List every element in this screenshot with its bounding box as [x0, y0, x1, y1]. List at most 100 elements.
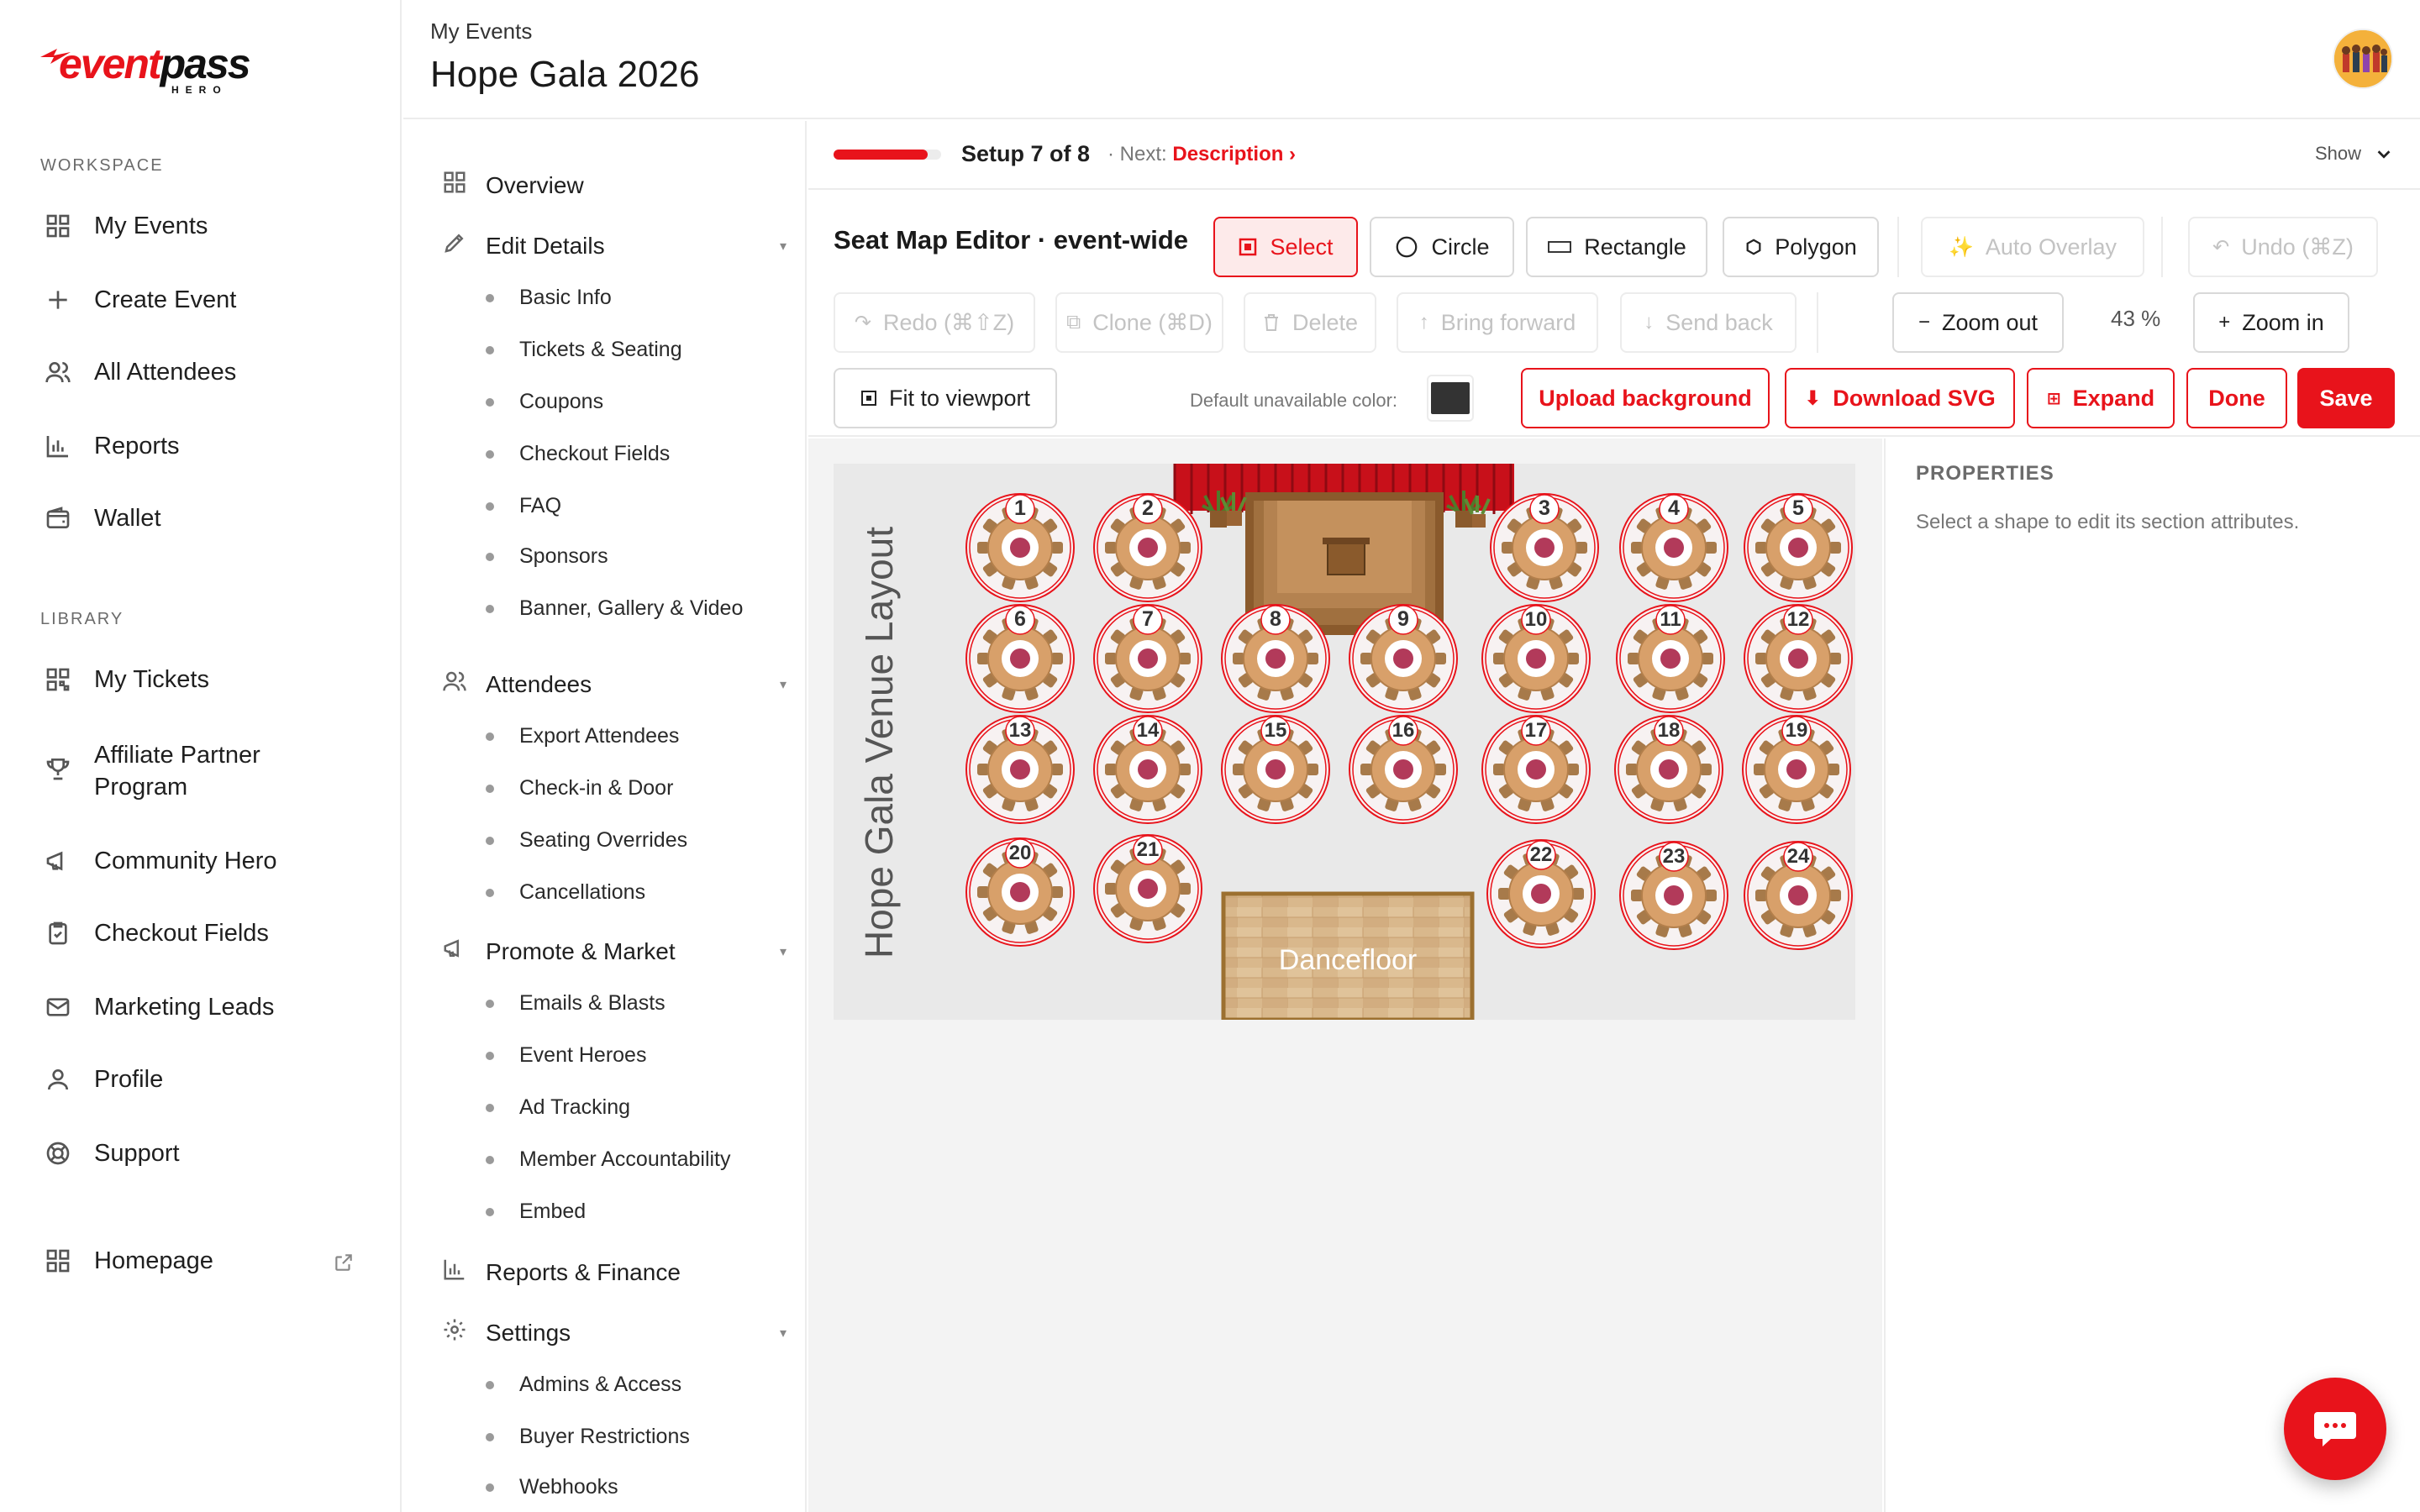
bullet-icon — [486, 501, 494, 511]
bring-forward-button[interactable]: ↑ Bring forward — [1397, 292, 1598, 353]
subnav-basic-info[interactable]: Basic Info — [486, 286, 612, 310]
subnav-settings[interactable]: Settings ▾ — [442, 1317, 786, 1348]
bullet-icon — [486, 836, 494, 845]
sidebar-item-homepage[interactable]: Homepage — [44, 1247, 213, 1275]
zoom-out-button[interactable]: − Zoom out — [1892, 292, 2064, 353]
seatmap-canvas[interactable]: Hope Gala Venue Layout Dancefloor 123456… — [808, 438, 1882, 1512]
next-step-link[interactable]: Description › — [1172, 143, 1296, 165]
send-back-button[interactable]: ↓ Send back — [1620, 292, 1797, 353]
next-prefix: · Next: — [1107, 143, 1167, 165]
table-18[interactable]: 18 — [1614, 715, 1723, 824]
table-7[interactable]: 7 — [1093, 604, 1202, 713]
subnav-ad-tracking[interactable]: Ad Tracking — [486, 1095, 630, 1120]
sidebar-item-checkout-fields[interactable]: Checkout Fields — [44, 919, 269, 948]
table-8[interactable]: 8 — [1221, 604, 1330, 713]
table-19[interactable]: 19 — [1742, 715, 1851, 824]
polygon-tool-button[interactable]: Polygon — [1723, 217, 1879, 277]
download-svg-button[interactable]: ⬇ Download SVG — [1785, 368, 2015, 428]
fit-viewport-button[interactable]: Fit to viewport — [834, 368, 1057, 428]
subnav-event-heroes[interactable]: Event Heroes — [486, 1043, 646, 1068]
table-3[interactable]: 3 — [1490, 493, 1599, 602]
subnav-webhooks[interactable]: Webhooks — [486, 1475, 618, 1499]
external-link-icon[interactable] — [333, 1252, 355, 1273]
subnav-check-in[interactable]: Check-in & Door — [486, 776, 673, 801]
table-12[interactable]: 12 — [1744, 604, 1853, 713]
undo-button[interactable]: ↶ Undo (⌘Z) — [2188, 217, 2378, 277]
zoom-in-button[interactable]: + Zoom in — [2193, 292, 2349, 353]
table-21[interactable]: 21 — [1093, 834, 1202, 943]
rectangle-tool-button[interactable]: Rectangle — [1526, 217, 1707, 277]
subnav-buyer-restrictions[interactable]: Buyer Restrictions — [486, 1425, 690, 1449]
upload-background-button[interactable]: Upload background — [1521, 368, 1770, 428]
subnav-member-accountability[interactable]: Member Accountability — [486, 1147, 731, 1172]
table-1[interactable]: 1 — [965, 493, 1075, 602]
subnav-sponsors[interactable]: Sponsors — [486, 544, 608, 569]
table-20[interactable]: 20 — [965, 837, 1075, 947]
sidebar-item-label: Affiliate Partner Program — [94, 742, 260, 801]
table-17[interactable]: 17 — [1481, 715, 1591, 824]
select-tool-button[interactable]: Select — [1213, 217, 1358, 277]
eventpass-logo[interactable]: eventpass HERO — [39, 37, 274, 96]
subnav-attendees[interactable]: Attendees ▾ — [442, 669, 786, 700]
table-23[interactable]: 23 — [1619, 841, 1728, 950]
subnav-sub-label: Checkout Fields — [519, 442, 671, 465]
subnav-cancellations[interactable]: Cancellations — [486, 880, 645, 905]
setup-progress-bar — [834, 150, 941, 160]
table-24[interactable]: 24 — [1744, 841, 1853, 950]
subnav-emails-blasts[interactable]: Emails & Blasts — [486, 991, 666, 1016]
sidebar-item-reports[interactable]: Reports — [44, 432, 180, 460]
sidebar-item-create-event[interactable]: Create Event — [44, 286, 236, 314]
unavailable-color-swatch[interactable] — [1427, 375, 1474, 422]
subnav-embed[interactable]: Embed — [486, 1200, 586, 1224]
redo-button[interactable]: ↷ Redo (⌘⇧Z) — [834, 292, 1035, 353]
subnav-banner-gallery[interactable]: Banner, Gallery & Video — [486, 596, 743, 621]
sidebar-item-profile[interactable]: Profile — [44, 1065, 163, 1094]
table-2[interactable]: 2 — [1093, 493, 1202, 602]
seatmap-svg[interactable]: Hope Gala Venue Layout Dancefloor 1 2 3 4 56… — [834, 464, 1855, 1020]
done-button[interactable]: Done — [2186, 368, 2287, 428]
table-6[interactable]: 6 — [965, 604, 1075, 713]
sidebar-item-affiliate[interactable]: Affiliate Partner Program — [44, 739, 296, 803]
subnav-reports-finance[interactable]: Reports & Finance — [442, 1257, 786, 1288]
table-4[interactable]: 4 — [1619, 493, 1728, 602]
delete-button[interactable]: Delete — [1244, 292, 1376, 353]
sidebar-item-all-attendees[interactable]: All Attendees — [44, 358, 236, 386]
chat-button[interactable] — [2284, 1378, 2386, 1480]
auto-overlay-button[interactable]: ✨ Auto Overlay — [1921, 217, 2144, 277]
table-22[interactable]: 22 — [1486, 839, 1596, 948]
subnav-seating-overrides[interactable]: Seating Overrides — [486, 828, 687, 853]
table-14[interactable]: 14 — [1093, 715, 1202, 824]
subnav-export-attendees[interactable]: Export Attendees — [486, 724, 679, 748]
zoom-in-label: Zoom in — [2242, 309, 2324, 335]
circle-tool-button[interactable]: Circle — [1370, 217, 1514, 277]
sidebar-item-my-events[interactable]: My Events — [44, 212, 208, 240]
table-13[interactable]: 13 — [965, 715, 1075, 824]
subnav-edit-details[interactable]: Edit Details ▾ — [442, 230, 786, 261]
breadcrumb[interactable]: My Events — [430, 18, 532, 45]
table-9[interactable]: 9 — [1349, 604, 1458, 713]
subnav-promote-market[interactable]: Promote & Market ▾ — [442, 936, 786, 967]
dancefloor[interactable]: Dancefloor — [1221, 891, 1475, 1020]
table-5[interactable]: 5 — [1744, 493, 1853, 602]
avatar[interactable] — [2333, 29, 2393, 89]
subnav-tickets-seating[interactable]: Tickets & Seating — [486, 338, 682, 362]
expand-button[interactable]: ⊞ Expand — [2027, 368, 2175, 428]
subnav-faq[interactable]: FAQ — [486, 494, 561, 518]
table-15[interactable]: 15 — [1221, 715, 1330, 824]
subnav-admins-access[interactable]: Admins & Access — [486, 1373, 681, 1397]
subnav-coupons[interactable]: Coupons — [486, 390, 603, 414]
sidebar-item-community-hero[interactable]: Community Hero — [44, 847, 277, 875]
sidebar-item-marketing-leads[interactable]: Marketing Leads — [44, 993, 274, 1021]
save-button[interactable]: Save — [2297, 368, 2395, 428]
subnav-overview[interactable]: Overview — [442, 170, 786, 201]
subnav-checkout-fields[interactable]: Checkout Fields — [486, 442, 670, 466]
table-16[interactable]: 16 — [1349, 715, 1458, 824]
show-toggle[interactable]: Show — [2315, 143, 2393, 165]
bar-chart-icon — [442, 1257, 467, 1288]
clone-button[interactable]: ⧉ Clone (⌘D) — [1055, 292, 1223, 353]
table-10[interactable]: 10 — [1481, 604, 1591, 713]
table-11[interactable]: 11 — [1616, 604, 1725, 713]
sidebar-item-wallet[interactable]: Wallet — [44, 504, 161, 533]
sidebar-item-support[interactable]: Support — [44, 1139, 180, 1168]
sidebar-item-my-tickets[interactable]: My Tickets — [44, 665, 209, 694]
